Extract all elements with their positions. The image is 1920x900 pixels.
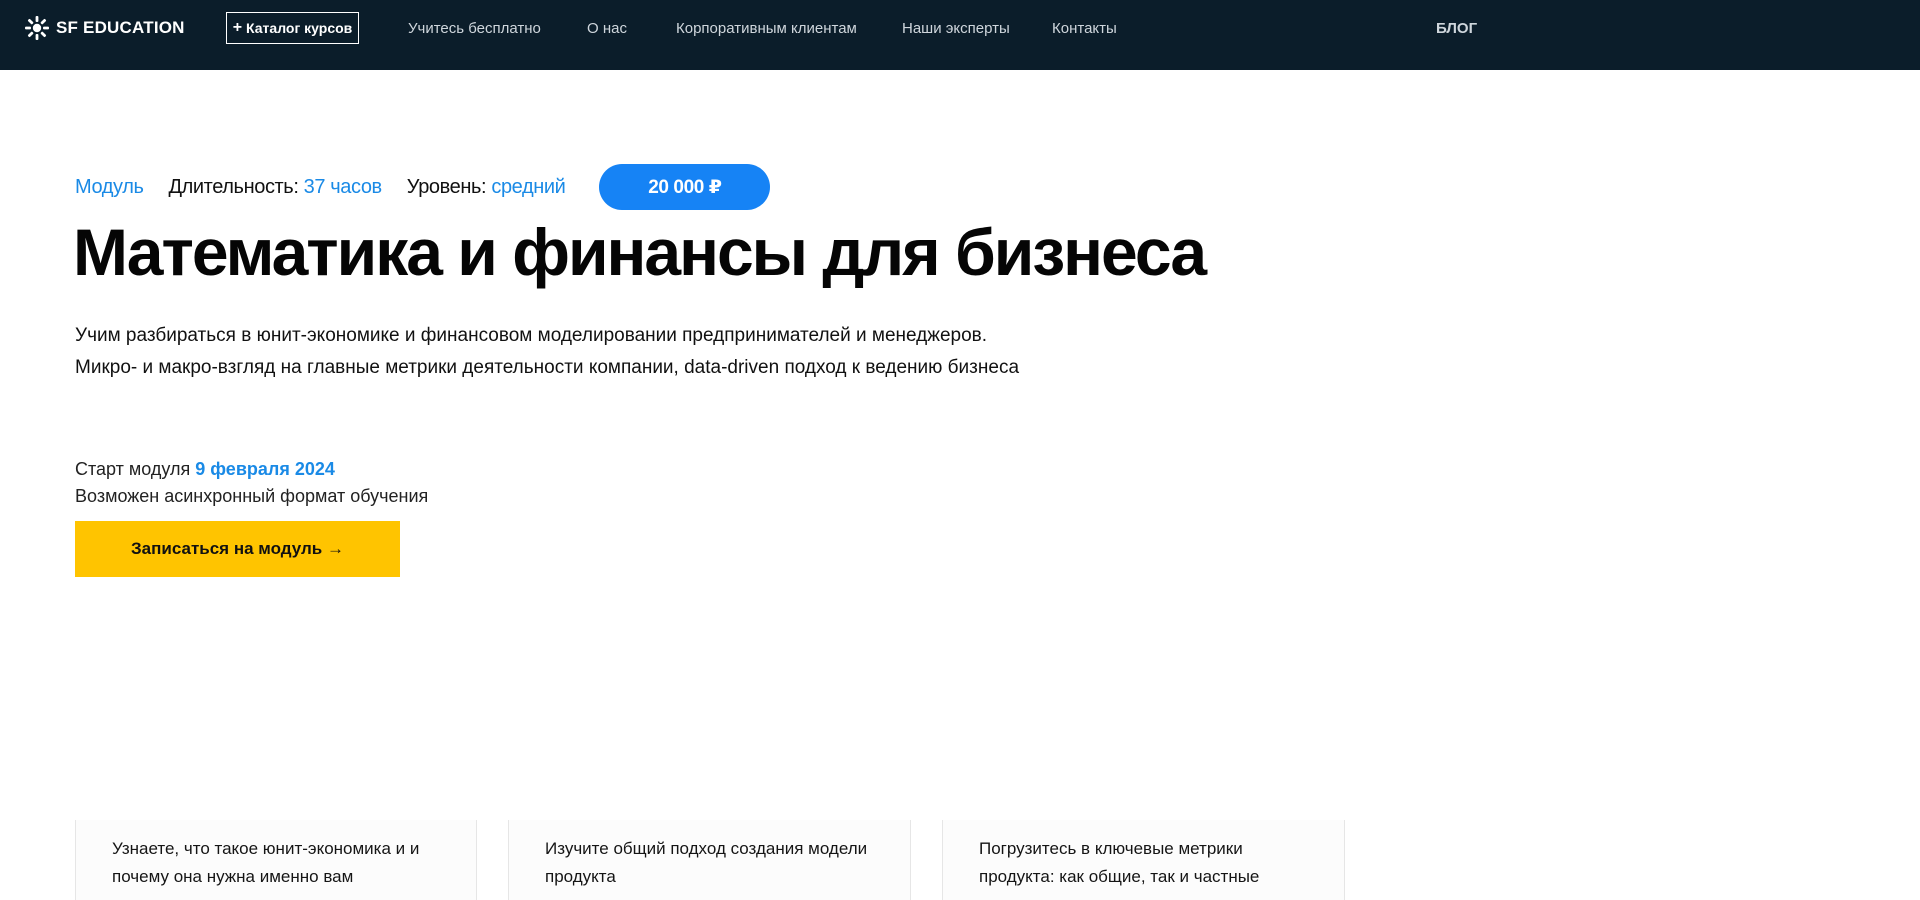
brand-logo[interactable]: SF EDUCATION: [24, 14, 185, 42]
price-badge[interactable]: 20 000 ₽: [599, 164, 771, 210]
course-level: Уровень: средний: [407, 176, 566, 199]
nav-link-corporate[interactable]: Корпоративным клиентам: [676, 20, 857, 37]
description-line-1: Учим разбираться в юнит-экономике и фина…: [75, 325, 988, 346]
course-meta-row: Модуль Длительность: 37 часов Уровень: с…: [75, 164, 771, 210]
course-description: Учим разбираться в юнит-экономике и фина…: [75, 320, 1175, 384]
feature-card: Изучите общий подход создания модели про…: [508, 820, 911, 900]
catalog-button-label: Каталог курсов: [246, 20, 353, 36]
duration-value: 37 часов: [303, 175, 383, 198]
level-label: Уровень:: [406, 175, 487, 198]
nav-link-contacts[interactable]: Контакты: [1052, 20, 1117, 37]
course-type: Модуль: [75, 175, 144, 198]
top-navigation-bar: SF EDUCATION + Каталог курсов Учитесь бе…: [0, 0, 1920, 70]
brand-name: SF EDUCATION: [56, 18, 185, 37]
feature-card: Узнаете, что такое юнит-экономика и и по…: [75, 820, 477, 900]
feature-card: Погрузитесь в ключевые метрики продукта:…: [942, 820, 1345, 900]
nav-link-learn-free[interactable]: Учитесь бесплатно: [408, 20, 541, 37]
sf-education-logo-icon: [24, 15, 50, 41]
course-duration: Длительность: 37 часов: [168, 175, 383, 199]
catalog-button[interactable]: + Каталог курсов: [226, 12, 359, 44]
duration-label: Длительность:: [168, 175, 299, 198]
async-format-note: Возможен асинхронный формат обучения: [75, 486, 429, 506]
start-date: 9 февраля 2024: [195, 459, 335, 479]
page-title: Математика и финансы для бизнеса: [73, 215, 1207, 289]
nav-link-experts[interactable]: Наши эксперты: [902, 20, 1010, 37]
feature-card-text: Узнаете, что такое юнит-экономика и и по…: [112, 839, 420, 886]
enroll-button[interactable]: Записаться на модуль →: [75, 521, 400, 577]
description-line-2: Микро- и макро-взгляд на главные метрики…: [75, 357, 1020, 378]
module-start: Старт модуля 9 февраля 2024: [75, 456, 335, 482]
feature-card-text: Изучите общий подход создания модели про…: [545, 839, 868, 886]
start-label: Старт модуля: [75, 459, 191, 479]
nav-link-blog[interactable]: БЛОГ: [1436, 20, 1477, 37]
level-value: средний: [491, 175, 566, 198]
plus-icon: +: [232, 18, 243, 36]
nav-link-about[interactable]: О нас: [587, 20, 627, 37]
feature-card-text: Погрузитесь в ключевые метрики продукта:…: [979, 839, 1260, 886]
